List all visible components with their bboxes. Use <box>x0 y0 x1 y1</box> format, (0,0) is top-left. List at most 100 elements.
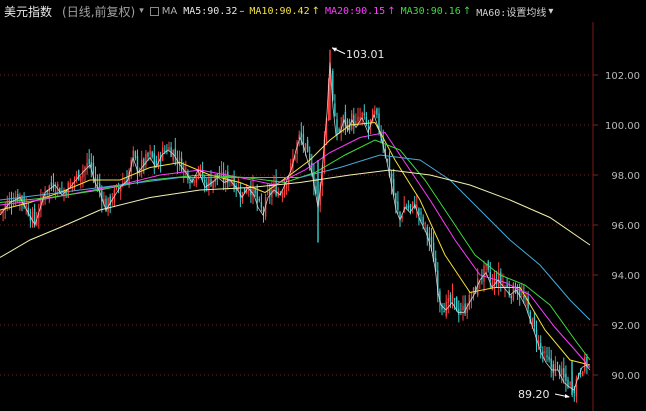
candle-body <box>285 184 288 189</box>
candle-body <box>363 113 365 115</box>
candle-body <box>491 282 494 284</box>
candle-body <box>90 162 92 168</box>
ma20-up-arrow-icon: ↑ <box>387 5 396 17</box>
candle-body <box>510 296 512 299</box>
candle-body <box>153 153 155 164</box>
candle-body <box>422 216 424 225</box>
candle-body <box>449 295 452 302</box>
candle-body <box>258 198 260 201</box>
candle-body <box>180 158 183 172</box>
candle-body <box>428 233 431 241</box>
ma20-value: MA20:90.15 <box>325 5 386 17</box>
chevron-down-icon[interactable]: ▾ <box>139 6 144 16</box>
candle-body <box>409 204 412 208</box>
ma120-line <box>0 169 591 258</box>
candle-body <box>357 116 359 122</box>
candle-body <box>565 373 567 381</box>
candle-body <box>107 197 109 212</box>
candle-body <box>395 193 397 204</box>
candle-body <box>405 206 407 208</box>
candle-body <box>453 298 456 300</box>
candle-body <box>86 163 88 168</box>
candle-body <box>548 356 550 360</box>
candle-body <box>458 308 460 315</box>
candle-body <box>563 367 565 378</box>
candle-body <box>424 223 426 225</box>
candle-body <box>164 150 166 152</box>
candle-body <box>254 189 256 194</box>
candle-body <box>334 103 336 116</box>
candle-body <box>199 168 202 170</box>
candle-body <box>374 110 376 114</box>
y-tick-label: 98.00 <box>611 171 640 182</box>
candle-body <box>411 201 414 207</box>
candle-body <box>117 187 120 189</box>
candle-body <box>521 293 523 295</box>
candle-body <box>88 159 90 164</box>
ma10-value: MA10:90.42 <box>249 5 310 17</box>
candle-body <box>361 112 363 117</box>
candle-body <box>132 150 134 156</box>
candle-body <box>338 129 340 132</box>
candle-body <box>193 181 195 183</box>
candle-body <box>451 294 454 303</box>
candle-body <box>260 202 263 208</box>
y-tick-label: 100.00 <box>605 121 640 132</box>
candle-body <box>546 355 548 358</box>
y-tick-label: 90.00 <box>611 371 640 382</box>
candle-body <box>542 351 544 354</box>
candle-body <box>544 351 546 353</box>
chart-window: 美元指数 (日线,前复权) ▾ MA MA5:90.32 – MA10:90.4… <box>0 0 646 411</box>
candle-body <box>346 120 349 124</box>
candle-body <box>336 119 338 133</box>
candle-body <box>376 108 378 115</box>
candle-body <box>25 205 27 208</box>
candle-body <box>185 168 187 170</box>
ma-label: MA <box>161 5 178 17</box>
candle-body <box>302 133 305 145</box>
candle-body <box>189 181 191 183</box>
ma-checkbox[interactable] <box>149 6 159 16</box>
candle-body <box>420 212 422 215</box>
candle-body <box>92 162 95 174</box>
ma30-value: MA30:90.16 <box>400 5 461 17</box>
candle-body <box>367 125 370 129</box>
ma60-line <box>0 154 591 321</box>
ma5-line <box>0 62 591 391</box>
candle-body <box>80 176 82 182</box>
chart-header: 美元指数 (日线,前复权) ▾ MA MA5:90.32 – MA10:90.4… <box>0 0 646 22</box>
candle-body <box>96 182 99 184</box>
candle-body <box>582 371 584 376</box>
min-price-label: 89.20 <box>518 388 550 401</box>
candle-body <box>256 190 258 203</box>
ma-settings-dropdown-icon[interactable]: ▾ <box>548 6 553 17</box>
candle-body <box>399 212 401 218</box>
ma5-value: MA5:90.32 <box>183 5 238 17</box>
candle-body <box>155 160 158 165</box>
y-tick-label: 102.00 <box>605 71 640 82</box>
max-price-label: 103.01 <box>346 48 385 61</box>
candle-body <box>407 206 410 209</box>
candle-body <box>355 121 357 124</box>
candle-body <box>191 178 193 180</box>
candle-body <box>281 192 284 197</box>
candle-body <box>50 182 53 186</box>
candle-body <box>33 208 36 223</box>
candle-body <box>304 144 307 150</box>
candle-body <box>533 317 536 327</box>
candle-body <box>447 298 449 304</box>
index-title: 美元指数 <box>4 4 53 19</box>
candle-body <box>460 311 462 313</box>
min-arrow-icon <box>565 394 570 398</box>
ma60-setting[interactable]: MA60:设置均线 <box>476 4 546 19</box>
ma30-up-arrow-icon: ↑ <box>462 5 472 17</box>
candle-body <box>267 191 269 193</box>
candle-body <box>561 368 563 375</box>
candle-body <box>397 201 399 210</box>
candle-body <box>178 156 181 161</box>
y-tick-label: 92.00 <box>611 321 640 332</box>
candle-body <box>430 237 433 243</box>
ma5-trend-icon: – <box>239 5 245 17</box>
candle-body <box>416 204 418 209</box>
candle-body <box>300 132 302 138</box>
